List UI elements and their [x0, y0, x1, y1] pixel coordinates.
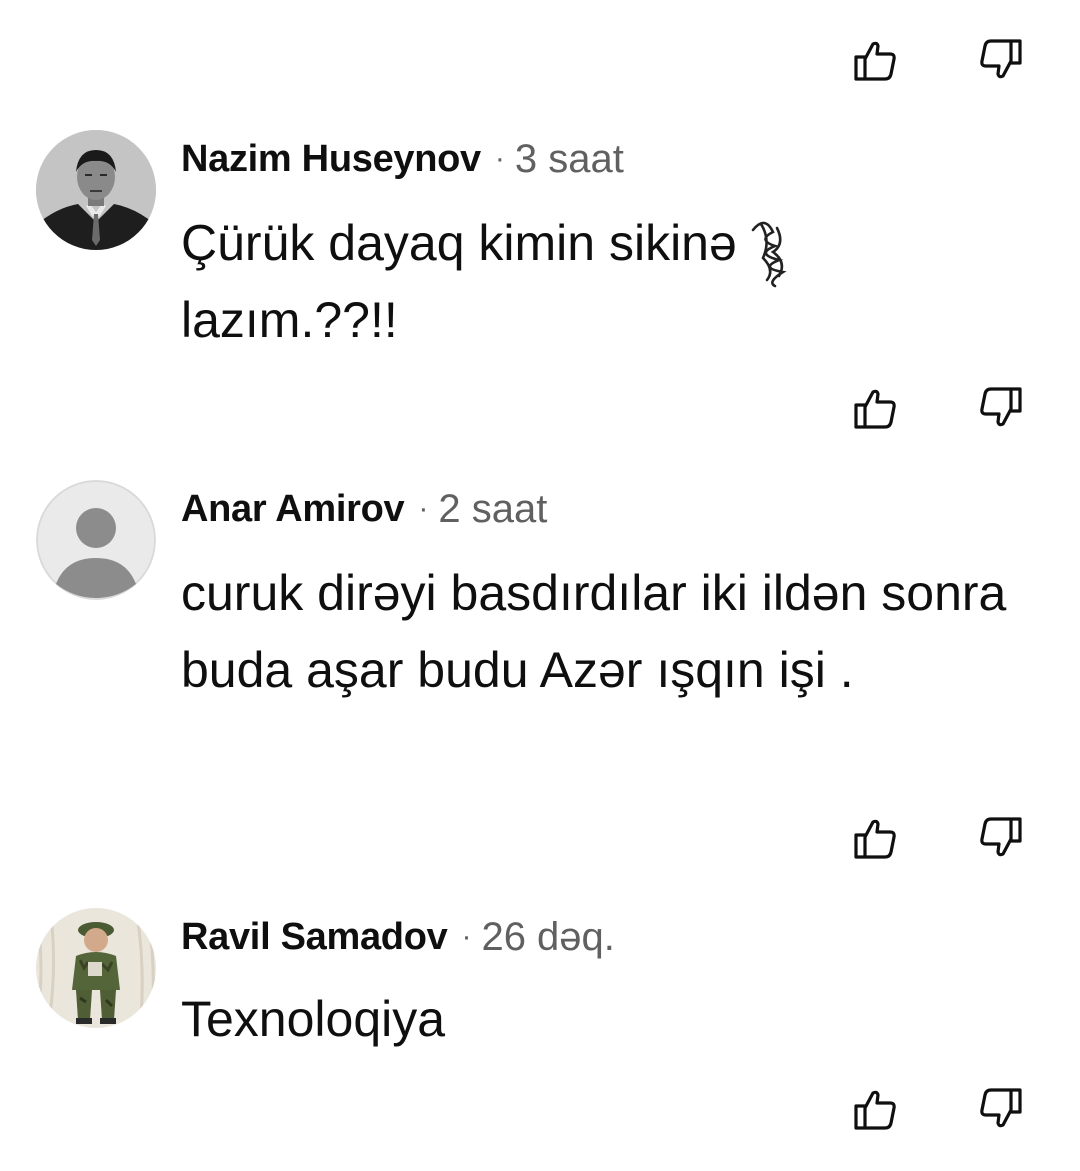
comment-text: curuk dirəyi basdırdılar iki ildən sonra…	[181, 565, 1007, 698]
thumb-down-icon	[980, 387, 1022, 427]
comment-actions	[0, 378, 1080, 438]
comment-meta: Ravil Samadov · 26 dəq.	[181, 912, 615, 962]
thumb-up-icon	[854, 1090, 896, 1130]
comment-author[interactable]: Nazim Huseynov	[181, 138, 481, 181]
thumb-up-icon	[854, 389, 896, 429]
comment-actions-top	[0, 30, 1080, 90]
scribble-mark	[751, 221, 787, 288]
avatar[interactable]	[36, 908, 156, 1028]
comment-meta: Nazim Huseynov · 3 saat	[181, 134, 624, 184]
comment-actions	[0, 808, 1080, 868]
comment-author[interactable]: Ravil Samadov	[181, 916, 448, 959]
separator-dot: ·	[494, 142, 505, 175]
thumb-down-icon	[980, 1088, 1022, 1128]
comment-time: 3 saat	[514, 136, 624, 181]
thumb-down-icon	[980, 817, 1022, 857]
like-button[interactable]	[845, 808, 905, 868]
thumb-up-icon	[854, 819, 896, 859]
comment-meta: Anar Amirov · 2 saat	[181, 484, 547, 534]
dislike-button[interactable]	[971, 808, 1031, 868]
like-button[interactable]	[845, 378, 905, 438]
thumb-down-icon	[980, 39, 1022, 79]
comment-time: 26 dəq.	[481, 914, 615, 959]
like-button[interactable]	[845, 30, 905, 90]
comment-text: Texnoloqiya	[181, 991, 446, 1047]
avatar[interactable]	[36, 480, 156, 600]
thumb-up-icon	[854, 41, 896, 81]
dislike-button[interactable]	[971, 378, 1031, 438]
like-button[interactable]	[845, 1079, 905, 1139]
comment-author[interactable]: Anar Amirov	[181, 488, 405, 531]
avatar[interactable]	[36, 130, 156, 250]
separator-dot: ·	[461, 920, 472, 953]
separator-dot: ·	[418, 492, 429, 525]
dislike-button[interactable]	[971, 30, 1031, 90]
dislike-button[interactable]	[971, 1079, 1031, 1139]
comment-time: 2 saat	[438, 486, 548, 531]
comment-actions	[0, 1079, 1080, 1139]
